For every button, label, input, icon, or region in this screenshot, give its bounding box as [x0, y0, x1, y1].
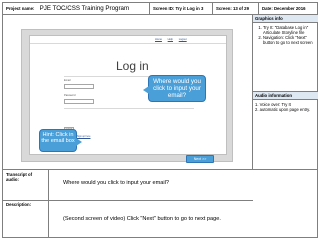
help-link[interactable]: Help [168, 38, 173, 41]
form-divider-2 [64, 108, 194, 109]
graphics-list: Try It: "Database Log in" Articulate Sto… [255, 25, 316, 45]
next-button[interactable]: Next >> [186, 155, 214, 163]
top-links: Home Help Logout [155, 38, 192, 41]
graphics-info-body: Try It: "Database Log in" Articulate Sto… [253, 23, 318, 92]
email-label: Email [64, 79, 71, 82]
password-field[interactable] [64, 99, 94, 104]
logout-link[interactable]: Logout [179, 38, 187, 41]
audio-info-header: Audio information [253, 92, 318, 100]
storyboard-sheet: Project name: PJE TOC/CSS Training Progr… [2, 2, 318, 238]
graphics-info-header: Graphics info [253, 15, 318, 23]
top-divider [30, 43, 226, 44]
home-link[interactable]: Home [155, 38, 162, 41]
graphics-item: Navigation: Click "Next" button to go to… [263, 35, 316, 45]
transcript-text: Where would you click to input your emai… [63, 180, 170, 186]
graphics-item: Try It: "Database Log in" Articulate Sto… [263, 25, 316, 35]
audio-line: 2. automatic upon page entry. [255, 107, 311, 112]
project-name-cell: Project name: PJE TOC/CSS Training Progr… [3, 3, 150, 15]
question-callout: Where would you click to input your emai… [143, 75, 206, 102]
description-label: Description: [3, 200, 49, 238]
audio-info-body: 1. Voice over: Try It 2. automatic upon … [253, 100, 318, 170]
screen-id-cell: Screen ID: Try it Log in 3 [150, 3, 213, 15]
screen-number-cell: Screen: 13 of 29 [213, 3, 259, 15]
hint-callout: Hint: Click in the email box [39, 129, 82, 152]
info-panel: Graphics info Try It: "Database Log in" … [253, 15, 318, 170]
project-name-label: Project name: [6, 6, 35, 11]
description-text: (Second screen of video) Click "Next" bu… [63, 216, 221, 222]
password-label: Password [64, 94, 76, 97]
login-title: Log in [116, 59, 149, 73]
screenshot-area: Home Help Logout Log in Email Password L… [3, 15, 253, 170]
transcript-label: Transcript of audio: [3, 170, 49, 200]
email-field[interactable] [64, 84, 94, 89]
date-cell: Date: December 2016 [259, 3, 318, 15]
project-name-value: PJE TOC/CSS Training Program [39, 5, 130, 12]
